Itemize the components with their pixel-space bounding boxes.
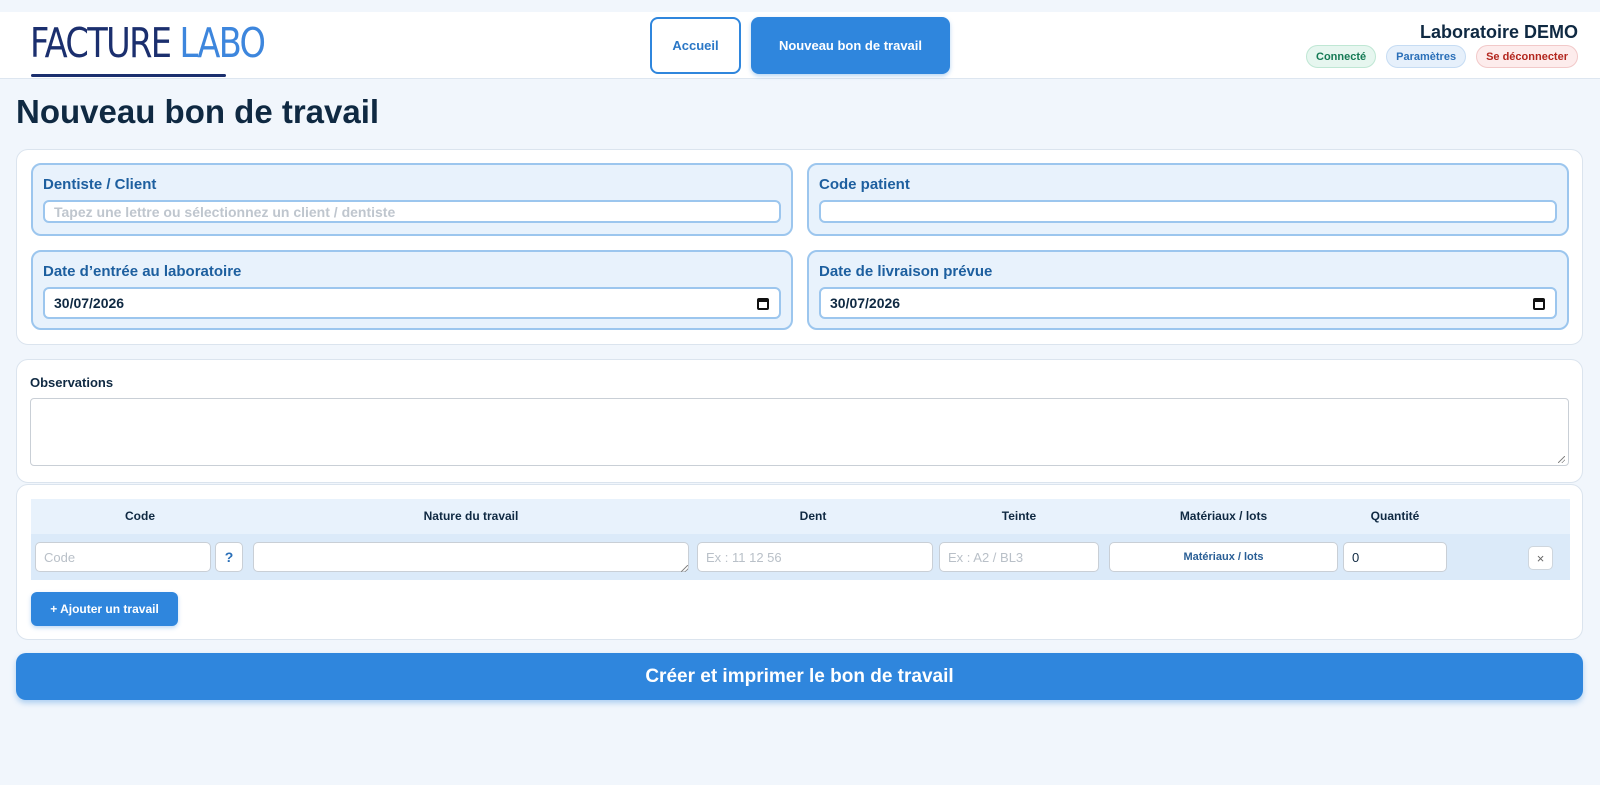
nav-home-button[interactable]: Accueil bbox=[650, 17, 741, 74]
account-pills: Connecté Paramètres Se déconnecter bbox=[1306, 45, 1578, 68]
table-row: Code ? Ex : 11 12 56 Ex : A2 / BL3 Matér… bbox=[31, 534, 1570, 580]
column-header-nature: Nature du travail bbox=[423, 509, 519, 523]
add-work-button[interactable]: + Ajouter un travail bbox=[31, 592, 178, 626]
shade-placeholder: Ex : A2 / BL3 bbox=[948, 549, 1024, 565]
entry-date-field-group: Date d’entrée au laboratoire 30/07/2026 bbox=[31, 250, 793, 330]
nature-input[interactable] bbox=[253, 542, 689, 572]
delivery-date-input[interactable]: 30/07/2026 bbox=[819, 287, 1557, 319]
column-header-shade: Teinte bbox=[1001, 509, 1037, 523]
patient-code-input[interactable] bbox=[819, 200, 1557, 223]
nature-resize-handle[interactable] bbox=[681, 565, 688, 572]
work-items-table-header: Code Nature du travail Dent Teinte Matér… bbox=[31, 499, 1570, 534]
observations-card: Observations bbox=[16, 359, 1583, 483]
work-items-card: Code Nature du travail Dent Teinte Matér… bbox=[16, 484, 1583, 640]
tooth-input[interactable]: Ex : 11 12 56 bbox=[697, 542, 933, 572]
client-field-group: Dentiste / Client bbox=[31, 163, 793, 236]
calendar-icon[interactable] bbox=[1533, 298, 1545, 310]
entry-date-value: 30/07/2026 bbox=[54, 295, 125, 311]
entry-date-input[interactable]: 30/07/2026 bbox=[43, 287, 781, 319]
order-details-card: Dentiste / Client Code patient Date d’en… bbox=[16, 149, 1583, 345]
entry-date-label: Date d’entrée au laboratoire bbox=[43, 263, 242, 280]
code-placeholder: Code bbox=[44, 549, 76, 565]
app-logo[interactable]: FACTURE LABO bbox=[30, 19, 266, 77]
quantity-input[interactable]: 0 bbox=[1343, 542, 1447, 572]
connection-status-badge: Connecté bbox=[1306, 45, 1377, 68]
app-header: FACTURE LABO Accueil Nouveau bon de trav… bbox=[0, 12, 1600, 79]
tooth-placeholder: Ex : 11 12 56 bbox=[706, 549, 782, 565]
patient-field-group: Code patient bbox=[807, 163, 1569, 236]
page-title: Nouveau bon de travail bbox=[16, 93, 380, 130]
column-header-code: Code bbox=[125, 509, 155, 523]
calendar-icon[interactable] bbox=[757, 298, 769, 310]
observations-textarea[interactable] bbox=[30, 398, 1569, 466]
code-help-button[interactable]: ? bbox=[215, 542, 243, 572]
code-input[interactable]: Code bbox=[35, 542, 211, 572]
patient-code-label: Code patient bbox=[819, 176, 910, 193]
logo-word-facture: FACTURE bbox=[30, 19, 172, 67]
logo-underline bbox=[31, 74, 226, 77]
delivery-date-field-group: Date de livraison prévue 30/07/2026 bbox=[807, 250, 1569, 330]
delivery-date-value: 30/07/2026 bbox=[830, 295, 901, 311]
column-header-quantity: Quantité bbox=[1370, 509, 1420, 523]
question-icon: ? bbox=[224, 549, 234, 565]
nav-new-order-button[interactable]: Nouveau bon de travail bbox=[751, 17, 950, 74]
materials-button[interactable]: Matériaux / lots bbox=[1109, 542, 1338, 572]
column-header-tooth: Dent bbox=[799, 509, 827, 523]
settings-button[interactable]: Paramètres bbox=[1386, 45, 1467, 68]
close-icon: × bbox=[1536, 550, 1545, 566]
delivery-date-label: Date de livraison prévue bbox=[819, 263, 993, 280]
column-header-materials: Matériaux / lots bbox=[1179, 509, 1268, 523]
delete-row-button[interactable]: × bbox=[1528, 546, 1553, 570]
lab-name: Laboratoire DEMO bbox=[1419, 22, 1578, 42]
create-and-print-button[interactable]: Créer et imprimer le bon de travail bbox=[16, 653, 1583, 700]
observations-label: Observations bbox=[30, 375, 114, 390]
client-input[interactable] bbox=[43, 200, 781, 223]
client-label: Dentiste / Client bbox=[43, 176, 157, 193]
logout-button[interactable]: Se déconnecter bbox=[1476, 45, 1578, 68]
textarea-resize-handle[interactable] bbox=[1558, 456, 1565, 463]
logo-text: FACTURE LABO bbox=[30, 19, 266, 67]
logo-word-labo: LABO bbox=[179, 19, 266, 67]
shade-input[interactable]: Ex : A2 / BL3 bbox=[939, 542, 1099, 572]
